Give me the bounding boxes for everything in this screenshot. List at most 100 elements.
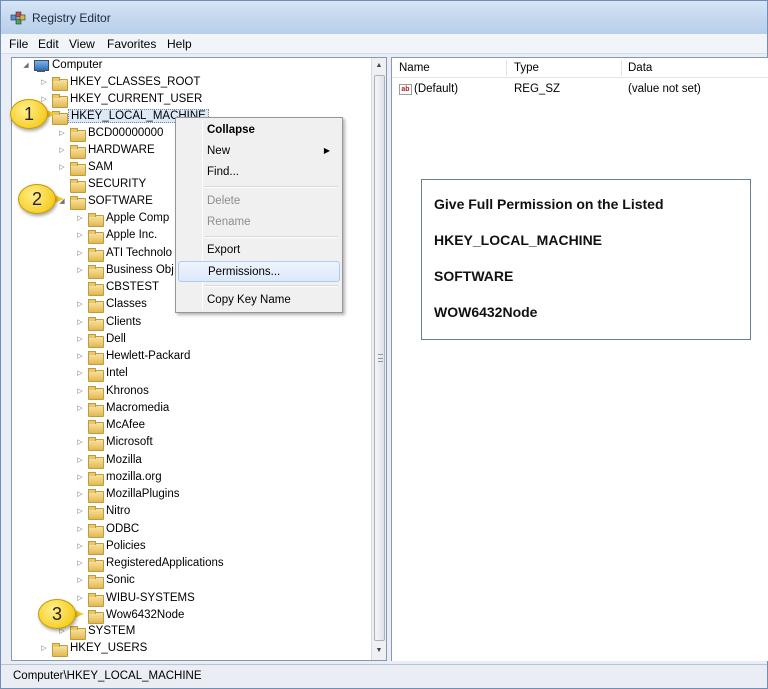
folder-icon <box>87 609 104 624</box>
computer-icon <box>33 59 49 73</box>
expand-arrow-icon[interactable]: ▷ <box>75 231 85 241</box>
folder-icon <box>87 350 104 365</box>
folder-icon <box>87 540 104 555</box>
window-title: Registry Editor <box>32 11 111 25</box>
folder-icon <box>69 127 86 142</box>
expand-arrow-icon[interactable]: ▷ <box>75 352 85 362</box>
folder-icon <box>87 436 104 452</box>
expand-arrow-icon[interactable]: ▷ <box>75 438 85 448</box>
tree-item-label: Nitro <box>106 505 131 518</box>
title-bar[interactable]: Registry Editor <box>1 1 767 34</box>
tree-item-label: HARDWARE <box>88 144 155 156</box>
expand-arrow-icon[interactable]: ▷ <box>75 300 85 310</box>
expand-arrow-icon[interactable]: ▷ <box>75 387 85 397</box>
menu-item-delete: Delete <box>178 191 340 212</box>
expand-arrow-icon[interactable]: ▷ <box>75 456 85 466</box>
menu-item-collapse[interactable]: Collapse <box>178 120 340 141</box>
folder-icon <box>87 247 104 262</box>
scroll-up-arrow-icon[interactable]: ▲ <box>372 58 386 74</box>
expand-arrow-icon[interactable]: ▷ <box>75 490 85 500</box>
menu-item-label: Find... <box>207 166 239 178</box>
tree-item-label: Apple Comp <box>106 212 170 224</box>
tree-item-label: Wow6432Node <box>106 608 185 621</box>
tree-item-label: BCD00000000 <box>88 127 164 139</box>
menu-item-copy-key-name[interactable]: Copy Key Name <box>178 290 340 311</box>
expand-arrow-icon[interactable]: ▷ <box>75 318 85 328</box>
tree-line <box>75 283 85 293</box>
column-header-data[interactable]: Data <box>628 62 652 74</box>
collapse-arrow-icon[interactable]: ◢ <box>21 61 31 71</box>
expand-arrow-icon[interactable]: ▷ <box>57 129 67 139</box>
expand-arrow-icon[interactable]: ▷ <box>75 576 85 586</box>
tree-item-label: CBSTEST <box>106 281 160 293</box>
column-header-type[interactable]: Type <box>514 62 539 74</box>
menu-item-permissions[interactable]: Permissions... <box>178 261 340 282</box>
scrollbar-thumb[interactable] <box>374 75 385 641</box>
menu-view[interactable]: View <box>69 37 95 51</box>
menu-item-label: Permissions... <box>208 266 281 278</box>
expand-arrow-icon[interactable]: ▷ <box>75 266 85 276</box>
value-name: (Default) <box>414 83 459 95</box>
value-data: (value not set) <box>628 83 701 95</box>
folder-icon <box>51 76 68 91</box>
menu-help[interactable]: Help <box>167 37 192 51</box>
scroll-down-arrow-icon[interactable]: ▼ <box>372 643 386 659</box>
folder-icon <box>87 454 104 469</box>
menu-edit[interactable]: Edit <box>38 37 59 51</box>
tree-item-label: WIBU-SYSTEMS <box>106 591 195 604</box>
values-list-pane[interactable]: Name Type Data ab (Default) REG_SZ (valu… <box>391 57 768 661</box>
expand-arrow-icon[interactable]: ▷ <box>75 473 85 483</box>
expand-arrow-icon[interactable]: ▷ <box>57 146 67 156</box>
column-divider[interactable] <box>506 60 507 76</box>
callout-number: 1 <box>23 104 34 124</box>
menu-item-find[interactable]: Find... <box>178 162 340 183</box>
tree-item-label: Khronos <box>106 384 149 397</box>
callout-3: 3 <box>38 599 86 633</box>
menu-bar: File Edit View Favorites Help <box>1 34 767 54</box>
tree-item-label: Macromedia <box>106 401 170 414</box>
menu-item-label: New <box>207 145 231 157</box>
expand-arrow-icon[interactable]: ▷ <box>75 249 85 259</box>
tree-item-label: Intel <box>106 367 128 380</box>
tree-item-label: Business Obj <box>106 263 174 276</box>
tree-line <box>75 421 85 431</box>
registry-editor-icon <box>10 11 26 25</box>
folder-icon <box>87 557 104 572</box>
folder-icon <box>69 178 86 193</box>
tree-scrollbar[interactable]: ▲ ▼ <box>371 58 386 660</box>
menu-item-label: Export <box>207 244 241 256</box>
folder-icon <box>87 592 104 607</box>
tree-item-label: HKEY_USERS <box>70 642 148 654</box>
menu-item-new[interactable]: New ▶ <box>178 141 340 162</box>
expand-arrow-icon[interactable]: ▷ <box>75 542 85 552</box>
expand-arrow-icon[interactable]: ▷ <box>75 559 85 569</box>
expand-arrow-icon[interactable]: ▷ <box>75 335 85 345</box>
string-value-icon: ab <box>399 84 412 95</box>
folder-icon <box>87 316 104 331</box>
tree-item-label: Dell <box>106 332 126 345</box>
expand-arrow-icon[interactable]: ▷ <box>57 163 67 173</box>
column-divider[interactable] <box>621 60 622 76</box>
folder-icon <box>69 161 86 176</box>
expand-arrow-icon[interactable]: ▷ <box>75 214 85 224</box>
menu-file[interactable]: File <box>9 37 28 51</box>
folder-icon <box>87 212 104 227</box>
folder-icon <box>87 523 104 538</box>
expand-arrow-icon[interactable]: ▷ <box>75 404 85 414</box>
tree-item-label: SYSTEM <box>88 625 136 637</box>
folder-icon <box>87 298 104 314</box>
expand-arrow-icon[interactable]: ▷ <box>75 525 85 535</box>
expand-arrow-icon[interactable]: ▷ <box>39 644 49 654</box>
column-header-name[interactable]: Name <box>399 62 430 74</box>
expand-arrow-icon[interactable]: ▷ <box>75 369 85 379</box>
menu-item-export[interactable]: Export <box>178 240 340 261</box>
note-line: WOW6432Node <box>434 304 538 320</box>
expand-arrow-icon[interactable]: ▷ <box>75 507 85 517</box>
menu-item-label: Copy Key Name <box>207 294 291 306</box>
menu-favorites[interactable]: Favorites <box>107 37 156 51</box>
callout-2: 2 <box>18 184 66 218</box>
expand-arrow-icon[interactable]: ▷ <box>39 78 49 88</box>
tree-item-label: SECURITY <box>88 178 147 190</box>
folder-icon <box>87 281 104 296</box>
menu-separator <box>205 285 338 287</box>
